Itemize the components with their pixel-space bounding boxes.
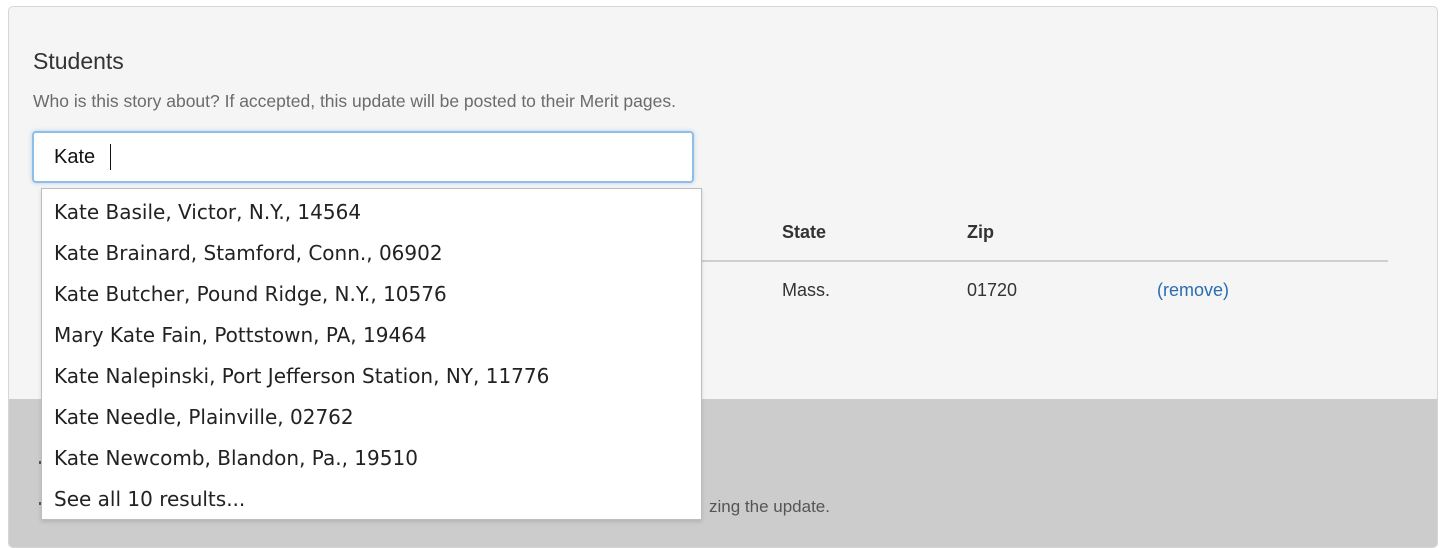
section-title: Students — [33, 48, 124, 74]
section-help-text: Who is this story about? If accepted, th… — [33, 91, 676, 111]
suggestion-item[interactable]: Kate Nalepinski, Port Jefferson Station,… — [42, 356, 701, 397]
student-search-input[interactable] — [32, 131, 694, 183]
student-row-state: Mass. — [782, 280, 831, 300]
see-all-results-link[interactable]: See all 10 results... — [42, 479, 701, 520]
column-header-state: State — [782, 222, 827, 242]
suggestion-item[interactable]: Kate Butcher, Pound Ridge, N.Y., 10576 — [42, 274, 701, 315]
column-header-zip: Zip — [967, 222, 994, 242]
text-caret — [110, 144, 111, 170]
student-row-zip: 01720 — [967, 280, 1018, 300]
suggestion-item[interactable]: Kate Newcomb, Blandon, Pa., 19510 — [42, 438, 701, 479]
remove-student-link[interactable]: (remove) — [1157, 280, 1229, 301]
suggestion-item[interactable]: Kate Basile, Victor, N.Y., 14564 — [42, 192, 701, 233]
suggestion-item[interactable]: Kate Brainard, Stamford, Conn., 06902 — [42, 233, 701, 274]
suggestion-item[interactable]: Mary Kate Fain, Pottstown, PA, 19464 — [42, 315, 701, 356]
table-header-divider — [693, 260, 1388, 262]
autocomplete-dropdown: Kate Basile, Victor, N.Y., 14564 Kate Br… — [41, 188, 702, 520]
suggestion-item[interactable]: Kate Needle, Plainville, 02762 — [42, 397, 701, 438]
next-section-helper-text: zing the update. — [709, 497, 830, 516]
